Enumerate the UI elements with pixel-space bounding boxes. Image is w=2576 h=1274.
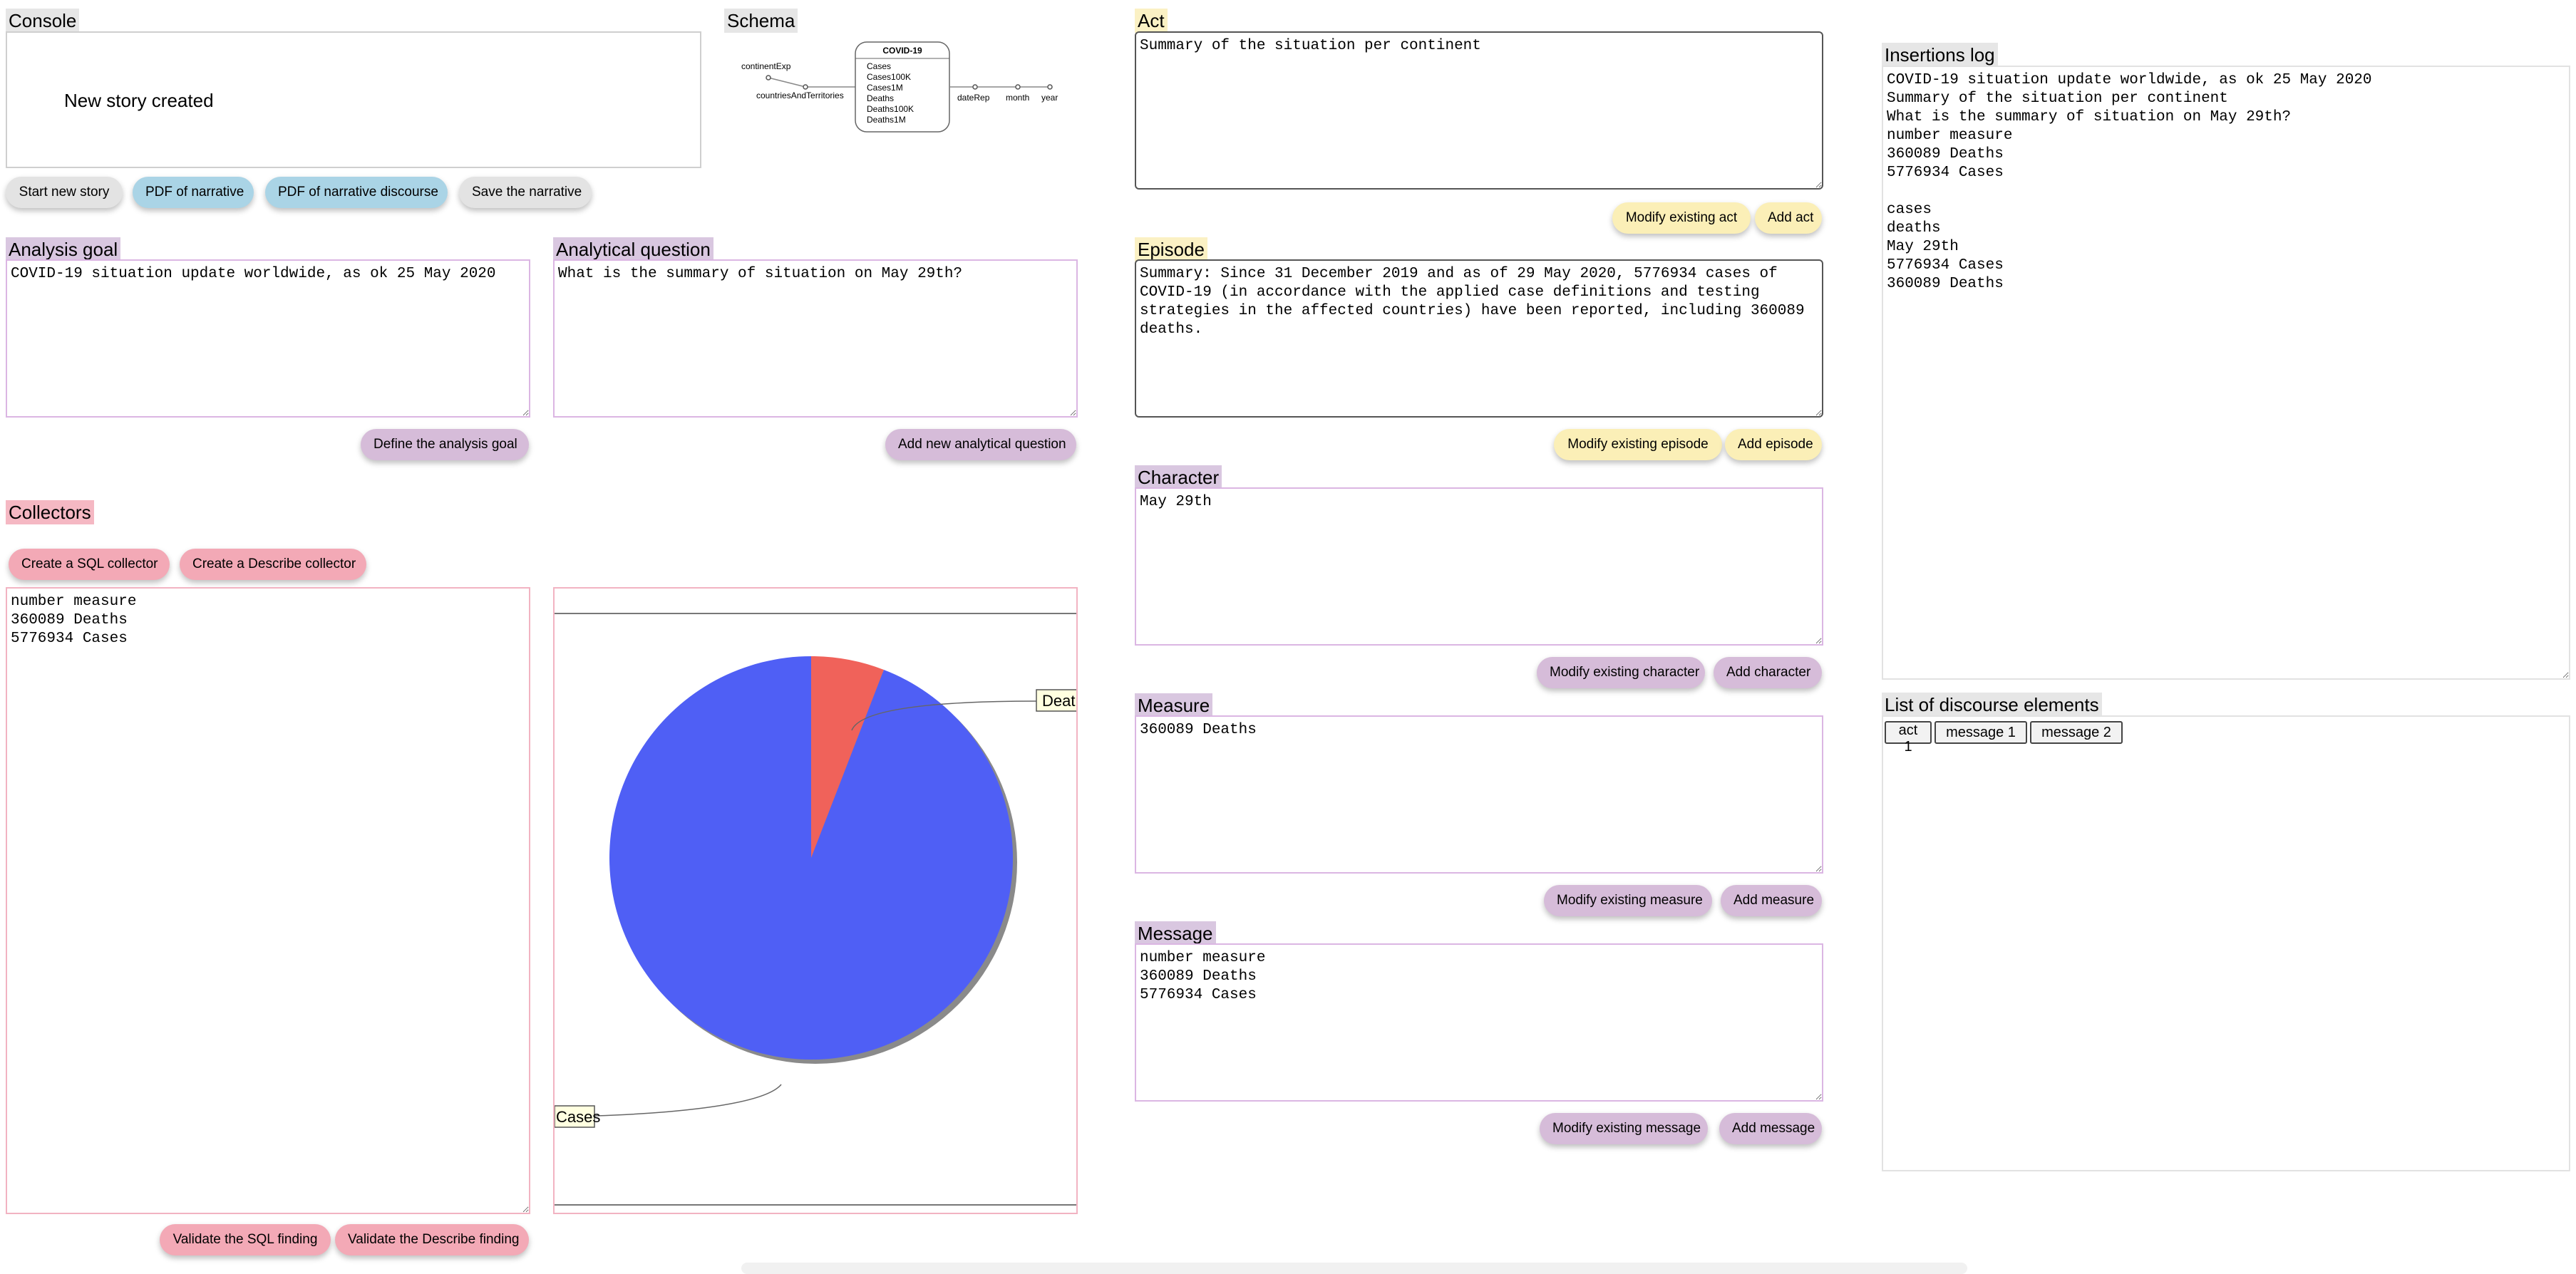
pie-label-deaths: Deatl (1042, 692, 1078, 710)
add-episode-button[interactable]: Add episode (1725, 429, 1822, 460)
insertions-log-title: Insertions log (1882, 43, 1998, 67)
console-title: Console (6, 9, 80, 33)
discourse-list-panel: act 1 message 1 message 2 (1882, 715, 2570, 1171)
schema-title: Schema (724, 9, 798, 33)
save-narrative-button[interactable]: Save the narrative (459, 177, 592, 208)
schema-diagram: continentExp countriesAndTerritories COV… (741, 41, 1058, 133)
schema-node-month (1015, 84, 1021, 90)
pdf-narrative-button[interactable]: PDF of narrative (133, 177, 254, 208)
schema-left-label-0: continentExp (741, 61, 791, 71)
measure-input[interactable]: 360089 Deaths (1135, 715, 1823, 874)
modify-existing-character-button[interactable]: Modify existing character (1537, 657, 1705, 688)
episode-input[interactable]: Summary: Since 31 December 2019 and as o… (1135, 259, 1823, 418)
sql-collector-result[interactable]: number measure 360089 Deaths 5776934 Cas… (6, 587, 530, 1214)
schema-right-label-2: year (1041, 93, 1058, 103)
define-analysis-goal-button[interactable]: Define the analysis goal (361, 429, 529, 460)
act-input[interactable]: Summary of the situation per continent (1135, 31, 1823, 190)
modify-existing-episode-button[interactable]: Modify existing episode (1554, 429, 1722, 460)
add-character-button[interactable]: Add character (1714, 657, 1822, 688)
schema-node-year (1047, 84, 1053, 90)
analysis-goal-title: Analysis goal (6, 237, 121, 261)
modify-existing-measure-button[interactable]: Modify existing measure (1544, 885, 1712, 916)
analysis-goal-input[interactable]: COVID-19 situation update worldwide, as … (6, 259, 530, 418)
horizontal-scrollbar[interactable] (741, 1263, 1967, 1274)
pie-chart: Deatl Cases (555, 656, 1078, 1128)
episode-title: Episode (1135, 237, 1207, 261)
schema-measure-2: Cases1M (867, 83, 903, 93)
measure-title: Measure (1135, 693, 1213, 718)
schema-entity-label: COVID-19 (882, 46, 922, 56)
console-message: New story created (64, 90, 214, 111)
message-input[interactable]: number measure 360089 Deaths 5776934 Cas… (1135, 943, 1823, 1102)
schema-right-label-0: dateRep (957, 93, 990, 103)
create-sql-collector-button[interactable]: Create a SQL collector (9, 549, 170, 580)
schema-measure-0: Cases (867, 61, 891, 71)
act-title: Act (1135, 9, 1168, 33)
console-panel: New story created (6, 31, 701, 168)
schema-measure-1: Cases100K (867, 72, 911, 82)
discourse-item-message-1[interactable]: message 1 (1934, 721, 2027, 744)
schema-node-continent (766, 75, 771, 81)
pie-leader-line-cases (594, 1084, 782, 1117)
analytical-question-input[interactable]: What is the summary of situation on May … (553, 259, 1078, 418)
discourse-item-message-2[interactable]: message 2 (2030, 721, 2123, 744)
modify-existing-message-button[interactable]: Modify existing message (1540, 1113, 1708, 1144)
create-describe-collector-button[interactable]: Create a Describe collector (180, 549, 366, 580)
add-measure-button[interactable]: Add measure (1721, 885, 1822, 916)
modify-existing-act-button[interactable]: Modify existing act (1612, 202, 1751, 234)
analytical-question-title: Analytical question (553, 237, 713, 261)
schema-measure-4: Deaths100K (867, 104, 914, 114)
insertions-log-area[interactable]: COVID-19 situation update worldwide, as … (1882, 66, 2570, 680)
pie-label-cases: Cases (556, 1108, 600, 1126)
start-new-story-button[interactable]: Start new story (6, 177, 123, 208)
add-analytical-question-button[interactable]: Add new analytical question (885, 429, 1076, 460)
schema-right-label-1: month (1006, 93, 1029, 103)
schema-left-label-1: countriesAndTerritories (756, 90, 844, 100)
schema-node-daterep (972, 84, 978, 90)
collectors-title: Collectors (6, 500, 94, 524)
character-title: Character (1135, 465, 1222, 490)
validate-sql-finding-button[interactable]: Validate the SQL finding (160, 1224, 331, 1255)
pdf-narrative-discourse-button[interactable]: PDF of narrative discourse (265, 177, 448, 208)
pie-slice-cases[interactable] (609, 656, 1013, 1060)
discourse-item-act-1[interactable]: act 1 (1885, 721, 1932, 755)
schema-measure-5: Deaths1M (867, 115, 906, 125)
describe-collector-panel: Deatl Cases (553, 587, 1078, 1214)
discourse-list-title: List of discourse elements (1882, 693, 2102, 717)
schema-node-countries (803, 84, 808, 90)
character-input[interactable]: May 29th (1135, 487, 1823, 646)
add-act-button[interactable]: Add act (1755, 202, 1822, 234)
add-message-button[interactable]: Add message (1719, 1113, 1822, 1144)
schema-measure-3: Deaths (867, 93, 894, 103)
message-title: Message (1135, 921, 1216, 946)
validate-describe-finding-button[interactable]: Validate the Describe finding (335, 1224, 529, 1255)
